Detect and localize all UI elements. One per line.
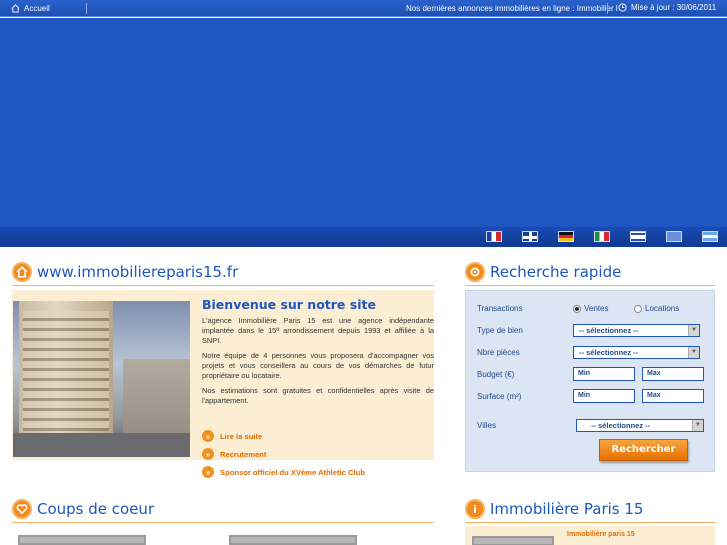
sponsor-label[interactable]: Sponsor officiel du XVème Athletic Club [220,468,365,477]
arrow-right-icon: » [202,466,214,478]
flag-ar-icon[interactable] [702,231,718,242]
recruitment-label[interactable]: Recrutement [220,450,266,459]
radio-unchecked-icon[interactable] [634,304,642,313]
site-heading: www.immobiliereparis15.fr [12,262,238,282]
home-icon [11,3,20,13]
read-more-label[interactable]: Lire la suite [220,432,262,441]
search-heading-text: Recherche rapide [490,263,622,281]
page: Accueil Nos dernières annonces immobiliè… [0,0,727,545]
type-label: Type de bien [477,326,523,335]
search-circle-icon [465,262,485,282]
divider [465,522,715,523]
home-label[interactable]: Accueil [24,4,50,13]
favorite-thumbnail[interactable] [18,535,146,545]
surface-label: Surface (m²) [477,392,522,401]
rooms-select-value: -- sélectionnez -- [579,348,639,357]
header-banner [0,18,727,227]
divider [12,285,434,286]
flag-it-icon[interactable] [594,231,610,242]
cities-select-value: -- sélectionnez -- [591,421,651,430]
read-more-link[interactable]: » Lire la suite [202,427,365,445]
divider [607,3,608,14]
welcome-paragraph: L'agence Immobilière Paris 15 est une ag… [202,316,434,345]
search-button[interactable]: Rechercher [599,439,688,461]
info-icon: i [465,499,485,519]
chevron-down-icon[interactable]: ▼ [692,420,703,431]
flag-uk-icon[interactable] [522,231,538,242]
surface-min-input[interactable]: Min [573,389,635,403]
site-heading-text: www.immobiliereparis15.fr [37,263,239,281]
arrow-right-icon: » [202,448,214,460]
type-select-value: -- sélectionnez -- [579,326,639,335]
agency-link[interactable]: Immobilière paris 15 [567,531,635,538]
recruitment-link[interactable]: » Recrutement [202,445,365,463]
update-info: Mise à jour : 30/06/2011 [618,3,716,12]
divider [85,2,87,14]
heart-icon [12,499,32,519]
welcome-links: » Lire la suite » Recrutement » Sponsor off… [202,427,365,481]
radio-sale-label: Ventes [584,304,609,313]
agency-thumbnail [472,536,554,545]
agency-photo [13,301,190,457]
flag-de-icon[interactable] [558,231,574,242]
home-link[interactable]: Accueil [0,0,50,16]
radio-checked-icon[interactable] [573,304,581,313]
type-select[interactable]: -- sélectionnez -- ▼ [573,324,700,337]
rooms-select[interactable]: -- sélectionnez -- ▼ [573,346,700,359]
chevron-down-icon[interactable]: ▼ [688,347,699,358]
search-heading: Recherche rapide [465,262,621,282]
budget-min-input[interactable]: Min [573,367,635,381]
budget-max-input[interactable]: Max [642,367,704,381]
radio-rent-label: Locations [645,304,680,313]
agency-heading: i Immobilière Paris 15 [465,499,643,519]
favorites-heading: Coups de coeur [12,499,154,519]
sponsor-link[interactable]: » Sponsor officiel du XVème Athletic Club [202,463,365,481]
agency-heading-text: Immobilière Paris 15 [490,500,644,518]
update-date: Mise à jour : 30/06/2011 [631,3,717,12]
top-bar: Accueil Nos dernières annonces immobiliè… [0,0,727,17]
clock-icon [618,3,627,12]
divider [465,285,715,286]
chevron-down-icon[interactable]: ▼ [688,325,699,336]
flag-il-icon[interactable] [630,231,646,242]
news-ticker[interactable]: Nos dernières annonces immobilières en l… [406,4,618,13]
flag-cn-icon[interactable] [666,231,682,242]
radio-rent[interactable]: Locations [634,304,679,313]
budget-label: Budget (€) [477,370,515,379]
language-flags [486,231,718,242]
favorites-heading-text: Coups de coeur [37,500,155,518]
flag-fr-icon[interactable] [486,231,502,242]
rooms-label: Nbre pièces [477,348,520,357]
cities-select[interactable]: -- sélectionnez -- ▼ [576,419,704,432]
welcome-paragraph: Nos estimations sont gratuites et confid… [202,386,434,405]
arrow-right-icon: » [202,430,214,442]
welcome-title: Bienvenue sur notre site [202,297,376,312]
transactions-label: Transactions [477,304,523,313]
surface-max-input[interactable]: Max [642,389,704,403]
welcome-text: L'agence Immobilière Paris 15 est une ag… [202,316,434,411]
divider [12,522,434,523]
welcome-paragraph: Notre équipe de 4 personnes vous propose… [202,351,434,380]
favorite-thumbnail[interactable] [229,535,357,545]
cities-label: Villes [477,421,496,430]
home-circle-icon [12,262,32,282]
radio-sale[interactable]: Ventes [573,304,608,313]
